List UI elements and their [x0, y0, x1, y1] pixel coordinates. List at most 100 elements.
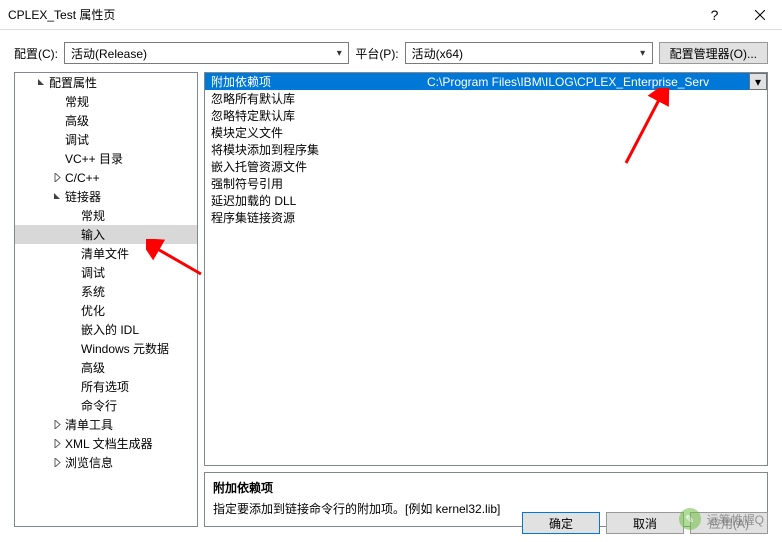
tree-node-label: 命令行 — [81, 397, 117, 414]
tree-node[interactable]: XML 文档生成器 — [15, 434, 197, 453]
tree-node-label: 链接器 — [65, 188, 101, 205]
tree-node[interactable]: 清单文件 — [15, 244, 197, 263]
tree-node[interactable]: VC++ 目录 — [15, 149, 197, 168]
titlebar: CPLEX_Test 属性页 ? — [0, 0, 782, 30]
tree-node[interactable]: Windows 元数据 — [15, 339, 197, 358]
expander-none — [67, 229, 79, 241]
config-value: 活动(Release) — [65, 45, 330, 62]
property-row[interactable]: 模块定义文件 — [205, 124, 767, 141]
expander-none — [67, 210, 79, 222]
property-row[interactable]: 延迟加载的 DLL — [205, 192, 767, 209]
expander-none — [67, 305, 79, 317]
cancel-button[interactable]: 取消 — [606, 512, 684, 534]
property-label: 强制符号引用 — [205, 175, 423, 192]
config-row: 配置(C): 活动(Release) ▾ 平台(P): 活动(x64) ▾ 配置… — [0, 30, 782, 72]
property-label: 将模块添加到程序集 — [205, 141, 423, 158]
window-title: CPLEX_Test 属性页 — [8, 6, 692, 23]
property-row[interactable]: 程序集链接资源 — [205, 209, 767, 226]
expander-none — [51, 96, 63, 108]
property-row[interactable]: 忽略特定默认库 — [205, 107, 767, 124]
tree-node[interactable]: 配置属性 — [15, 73, 197, 92]
dialog-buttons: 确定 取消 应用(A) — [0, 504, 782, 542]
property-row[interactable]: 强制符号引用 — [205, 175, 767, 192]
property-label: 模块定义文件 — [205, 124, 423, 141]
expander-none — [67, 400, 79, 412]
expander-closed-icon[interactable] — [51, 172, 63, 184]
tree-node[interactable]: 常规 — [15, 206, 197, 225]
tree-node[interactable]: 高级 — [15, 111, 197, 130]
close-icon — [755, 10, 765, 20]
property-value[interactable]: C:\Program Files\IBM\ILOG\CPLEX_Enterpri… — [423, 75, 749, 89]
property-label: 忽略特定默认库 — [205, 107, 423, 124]
expander-open-icon[interactable] — [51, 191, 63, 203]
tree-node-label: 清单文件 — [81, 245, 129, 262]
tree-node[interactable]: 所有选项 — [15, 377, 197, 396]
tree-node[interactable]: 常规 — [15, 92, 197, 111]
property-label: 嵌入托管资源文件 — [205, 158, 423, 175]
expander-none — [51, 115, 63, 127]
tree-node-label: 调试 — [65, 131, 89, 148]
tree-node[interactable]: 浏览信息 — [15, 453, 197, 472]
expander-closed-icon[interactable] — [51, 457, 63, 469]
description-header: 附加依赖项 — [213, 479, 759, 496]
property-row[interactable]: 将模块添加到程序集 — [205, 141, 767, 158]
property-row[interactable]: 忽略所有默认库 — [205, 90, 767, 107]
tree-node-label: 所有选项 — [81, 378, 129, 395]
platform-value: 活动(x64) — [406, 45, 634, 62]
platform-combo[interactable]: 活动(x64) ▾ — [405, 42, 653, 64]
expander-none — [67, 343, 79, 355]
right-column: 附加依赖项C:\Program Files\IBM\ILOG\CPLEX_Ent… — [204, 72, 768, 527]
tree-node-label: VC++ 目录 — [65, 150, 123, 167]
expander-open-icon[interactable] — [35, 77, 47, 89]
expander-none — [67, 267, 79, 279]
tree-node-label: C/C++ — [65, 171, 100, 185]
tree-node-label: Windows 元数据 — [81, 340, 169, 357]
tree-node[interactable]: 调试 — [15, 263, 197, 282]
config-combo[interactable]: 活动(Release) ▾ — [64, 42, 349, 64]
property-grid[interactable]: 附加依赖项C:\Program Files\IBM\ILOG\CPLEX_Ent… — [204, 72, 768, 466]
tree-node[interactable]: 命令行 — [15, 396, 197, 415]
tree-node-label: 常规 — [65, 93, 89, 110]
close-button[interactable] — [737, 0, 782, 30]
tree-node[interactable]: 优化 — [15, 301, 197, 320]
expander-closed-icon[interactable] — [51, 419, 63, 431]
nav-tree[interactable]: 配置属性常规高级调试VC++ 目录C/C++链接器常规输入清单文件调试系统优化嵌… — [14, 72, 198, 527]
expander-none — [51, 153, 63, 165]
chevron-down-icon: ▾ — [634, 48, 652, 59]
property-row[interactable]: 嵌入托管资源文件 — [205, 158, 767, 175]
ok-button[interactable]: 确定 — [522, 512, 600, 534]
tree-node[interactable]: 嵌入的 IDL — [15, 320, 197, 339]
expander-none — [67, 324, 79, 336]
property-label: 附加依赖项 — [205, 73, 423, 90]
expander-closed-icon[interactable] — [51, 438, 63, 450]
tree-node-label: 高级 — [81, 359, 105, 376]
tree-node-label: 调试 — [81, 264, 105, 281]
tree-node[interactable]: C/C++ — [15, 168, 197, 187]
tree-node[interactable]: 高级 — [15, 358, 197, 377]
tree-node-label: XML 文档生成器 — [65, 435, 153, 452]
apply-button[interactable]: 应用(A) — [690, 512, 768, 534]
expander-none — [67, 381, 79, 393]
tree-node[interactable]: 系统 — [15, 282, 197, 301]
tree-node-label: 系统 — [81, 283, 105, 300]
tree-node-label: 嵌入的 IDL — [81, 321, 139, 338]
expander-none — [51, 134, 63, 146]
tree-node-label: 优化 — [81, 302, 105, 319]
expander-none — [67, 362, 79, 374]
property-label: 程序集链接资源 — [205, 209, 423, 226]
tree-node-label: 高级 — [65, 112, 89, 129]
chevron-down-icon[interactable]: ▾ — [749, 73, 767, 90]
help-button[interactable]: ? — [692, 0, 737, 30]
tree-node-label: 清单工具 — [65, 416, 113, 433]
tree-node[interactable]: 链接器 — [15, 187, 197, 206]
expander-none — [67, 248, 79, 260]
property-row[interactable]: 附加依赖项C:\Program Files\IBM\ILOG\CPLEX_Ent… — [205, 73, 767, 90]
chevron-down-icon: ▾ — [330, 48, 348, 59]
property-label: 延迟加载的 DLL — [205, 192, 423, 209]
content: 配置属性常规高级调试VC++ 目录C/C++链接器常规输入清单文件调试系统优化嵌… — [0, 72, 782, 527]
tree-node-label: 配置属性 — [49, 74, 97, 91]
config-manager-button[interactable]: 配置管理器(O)... — [659, 42, 768, 64]
tree-node[interactable]: 调试 — [15, 130, 197, 149]
tree-node[interactable]: 清单工具 — [15, 415, 197, 434]
tree-node[interactable]: 输入 — [15, 225, 197, 244]
